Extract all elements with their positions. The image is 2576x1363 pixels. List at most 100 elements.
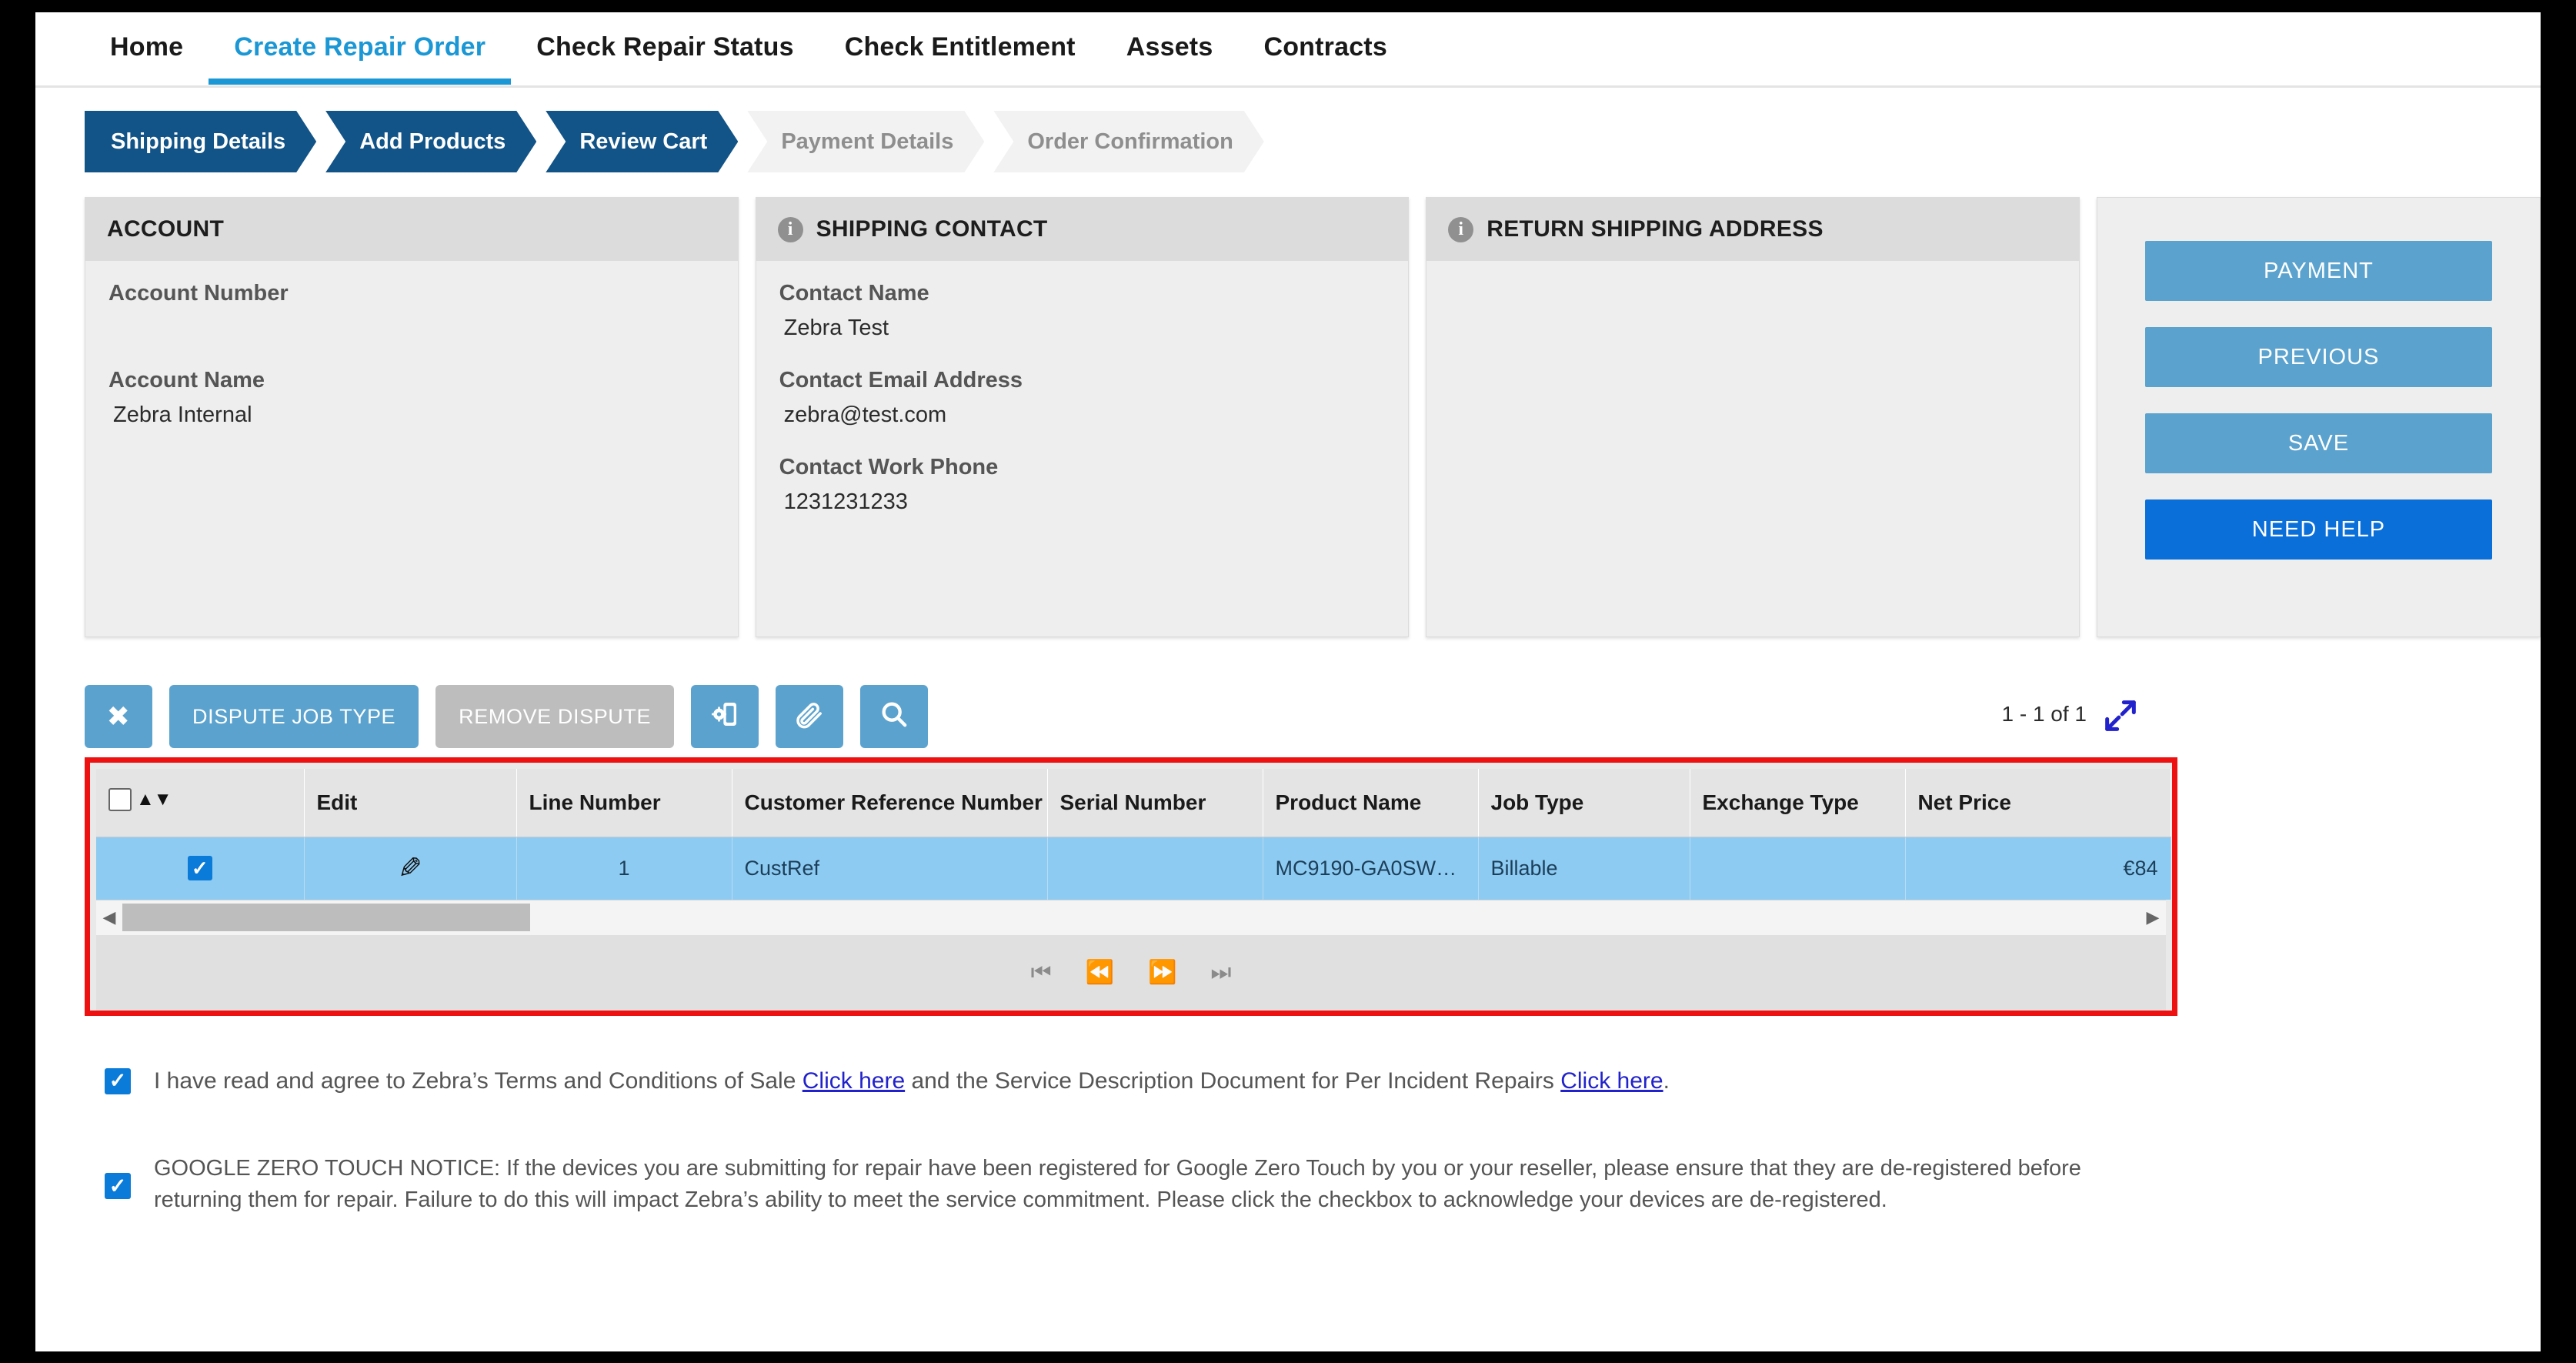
- cell-serial-number: [1047, 837, 1263, 900]
- field-account-number: Account Number: [108, 281, 715, 342]
- paperclip-icon: [794, 699, 825, 735]
- shipping-contact-card-body: Contact Name Zebra Test Contact Email Ad…: [756, 261, 1409, 516]
- nav-item-create-repair-order[interactable]: Create Repair Order: [209, 12, 512, 85]
- terms-link-1[interactable]: Click here: [802, 1068, 905, 1094]
- field-label: Contact Name: [779, 281, 929, 306]
- step-add-products[interactable]: Add Products: [325, 111, 536, 172]
- column-header-job-type[interactable]: Job Type: [1478, 769, 1690, 837]
- nav-item-home[interactable]: Home: [85, 12, 209, 82]
- attachment-button[interactable]: [776, 685, 844, 748]
- close-icon: ✖: [106, 700, 131, 732]
- shipping-contact-card-title: SHIPPING CONTACT: [816, 216, 1048, 242]
- field-value: zebra@test.com: [783, 403, 947, 427]
- nav-item-check-entitlement[interactable]: Check Entitlement: [819, 12, 1101, 82]
- return-shipping-address-card: i RETURN SHIPPING ADDRESS: [1426, 197, 2080, 637]
- search-icon: [879, 699, 909, 735]
- dispute-job-type-button[interactable]: DISPUTE JOB TYPE: [169, 685, 419, 748]
- main-navigation: Home Create Repair Order Check Repair St…: [35, 12, 2541, 88]
- column-header-serial-number[interactable]: Serial Number: [1047, 769, 1263, 837]
- next-page-button[interactable]: ⏩: [1148, 960, 1176, 984]
- account-card-header: ACCOUNT: [85, 198, 738, 261]
- sort-arrows-icon[interactable]: ▲▼: [136, 789, 172, 810]
- scroll-right-arrow-icon[interactable]: ▶: [2140, 907, 2166, 927]
- last-page-button[interactable]: ⏭: [1210, 960, 1231, 984]
- field-label: Contact Work Phone: [779, 455, 999, 479]
- column-header-product-name[interactable]: Product Name: [1263, 769, 1479, 837]
- shipping-contact-card-header: i SHIPPING CONTACT: [756, 198, 1409, 261]
- column-header-customer-reference-number[interactable]: Customer Reference Number: [732, 769, 1048, 837]
- account-card: ACCOUNT Account Number Account Name Zebr…: [85, 197, 739, 637]
- scrollbar-thumb[interactable]: [122, 904, 530, 931]
- field-label: Account Name: [108, 368, 265, 393]
- scrollbar-track[interactable]: [122, 900, 2140, 935]
- grid-inner: ▲▼ Edit Line Number Customer Reference N…: [90, 763, 2172, 1011]
- cart-grid-area: ✖ DISPUTE JOB TYPE REMOVE DISPUTE 1 - 1 …: [85, 685, 2177, 1016]
- column-header-select[interactable]: ▲▼: [96, 769, 305, 837]
- need-help-button[interactable]: NEED HELP: [2144, 499, 2493, 560]
- terms-checkbox[interactable]: ✓: [105, 1067, 131, 1094]
- search-button[interactable]: [860, 685, 929, 748]
- step-review-cart[interactable]: Review Cart: [546, 111, 738, 172]
- field-label: Account Number: [108, 281, 289, 306]
- field-account-name: Account Name Zebra Internal: [108, 368, 715, 429]
- info-icon[interactable]: i: [777, 216, 803, 242]
- field-contact-work-phone: Contact Work Phone 1231231233: [779, 455, 1386, 516]
- cell-customer-reference-number: CustRef: [732, 837, 1048, 900]
- field-contact-name: Contact Name Zebra Test: [779, 281, 1386, 342]
- nav-item-assets[interactable]: Assets: [1101, 12, 1239, 82]
- shipping-contact-card: i SHIPPING CONTACT Contact Name Zebra Te…: [755, 197, 1410, 637]
- previous-page-button[interactable]: ⏪: [1086, 960, 1114, 984]
- column-header-exchange-type[interactable]: Exchange Type: [1690, 769, 1906, 837]
- field-value: Zebra Internal: [113, 403, 252, 427]
- row-select-cell[interactable]: ✓: [96, 837, 305, 900]
- grid-toolbar: ✖ DISPUTE JOB TYPE REMOVE DISPUTE 1 - 1 …: [85, 685, 2177, 748]
- cell-job-type: Billable: [1478, 837, 1690, 900]
- first-page-button[interactable]: ⏮: [1031, 960, 1052, 984]
- previous-button[interactable]: PREVIOUS: [2144, 327, 2493, 387]
- expand-arrows-icon[interactable]: [2101, 696, 2141, 736]
- step-shipping-details[interactable]: Shipping Details: [85, 111, 316, 172]
- column-header-net-price[interactable]: Net Price: [1905, 769, 2171, 837]
- highlighted-grid-container: ▲▼ Edit Line Number Customer Reference N…: [85, 757, 2177, 1016]
- pencil-icon[interactable]: ✎: [398, 851, 422, 886]
- row-checkbox[interactable]: ✓: [187, 856, 212, 880]
- field-value: Zebra Test: [783, 316, 889, 340]
- zero-touch-checkbox[interactable]: ✓: [105, 1173, 131, 1200]
- device-settings-button[interactable]: [691, 685, 759, 748]
- remove-dispute-button[interactable]: REMOVE DISPUTE: [435, 685, 675, 748]
- column-header-edit[interactable]: Edit: [304, 769, 517, 837]
- grid-pagination-footer: ⏮ ⏪ ⏩ ⏭: [96, 934, 2166, 1011]
- zero-touch-agreement-row: ✓ GOOGLE ZERO TOUCH NOTICE: If the devic…: [105, 1153, 2105, 1216]
- scroll-left-arrow-icon[interactable]: ◀: [96, 907, 122, 927]
- nav-item-check-repair-status[interactable]: Check Repair Status: [511, 12, 819, 82]
- remove-line-button[interactable]: ✖: [85, 685, 152, 748]
- field-value: 1231231233: [783, 489, 908, 514]
- table-row[interactable]: ✓ ✎ 1 CustRef MC9190-GA0SW… Billable €84: [96, 837, 2171, 900]
- cell-exchange-type: [1690, 837, 1906, 900]
- device-settings-icon: [709, 699, 740, 735]
- column-header-line-number[interactable]: Line Number: [516, 769, 732, 837]
- select-all-checkbox[interactable]: [108, 788, 132, 812]
- field-label: Contact Email Address: [779, 368, 1023, 393]
- terms-text-part-3: .: [1663, 1067, 1670, 1094]
- return-shipping-address-card-header: i RETURN SHIPPING ADDRESS: [1426, 198, 2079, 261]
- payment-button[interactable]: PAYMENT: [2144, 241, 2493, 301]
- terms-text-part-1: I have read and agree to Zebra’s Terms a…: [154, 1067, 802, 1094]
- save-button[interactable]: SAVE: [2144, 413, 2493, 473]
- step-payment-details[interactable]: Payment Details: [747, 111, 984, 172]
- pagination-count-label: 1 - 1 of 1: [2001, 702, 2087, 726]
- zero-touch-notice-text: GOOGLE ZERO TOUCH NOTICE: If the devices…: [154, 1156, 2081, 1213]
- app-window: Home Create Repair Order Check Repair St…: [35, 12, 2541, 1351]
- nav-item-contracts[interactable]: Contracts: [1238, 12, 1413, 82]
- return-shipping-address-card-title: RETURN SHIPPING ADDRESS: [1487, 216, 1824, 242]
- terms-link-2[interactable]: Click here: [1560, 1068, 1663, 1094]
- row-edit-cell[interactable]: ✎: [304, 837, 517, 900]
- account-card-body: Account Number Account Name Zebra Intern…: [85, 261, 738, 429]
- field-contact-email: Contact Email Address zebra@test.com: [779, 368, 1386, 429]
- cell-net-price: €84: [1905, 837, 2171, 900]
- terms-text-part-2: and the Service Description Document for…: [905, 1067, 1561, 1094]
- step-order-confirmation[interactable]: Order Confirmation: [993, 111, 1263, 172]
- horizontal-scrollbar[interactable]: ◀ ▶: [96, 899, 2166, 935]
- cell-line-number: 1: [516, 837, 732, 900]
- info-icon[interactable]: i: [1448, 216, 1474, 242]
